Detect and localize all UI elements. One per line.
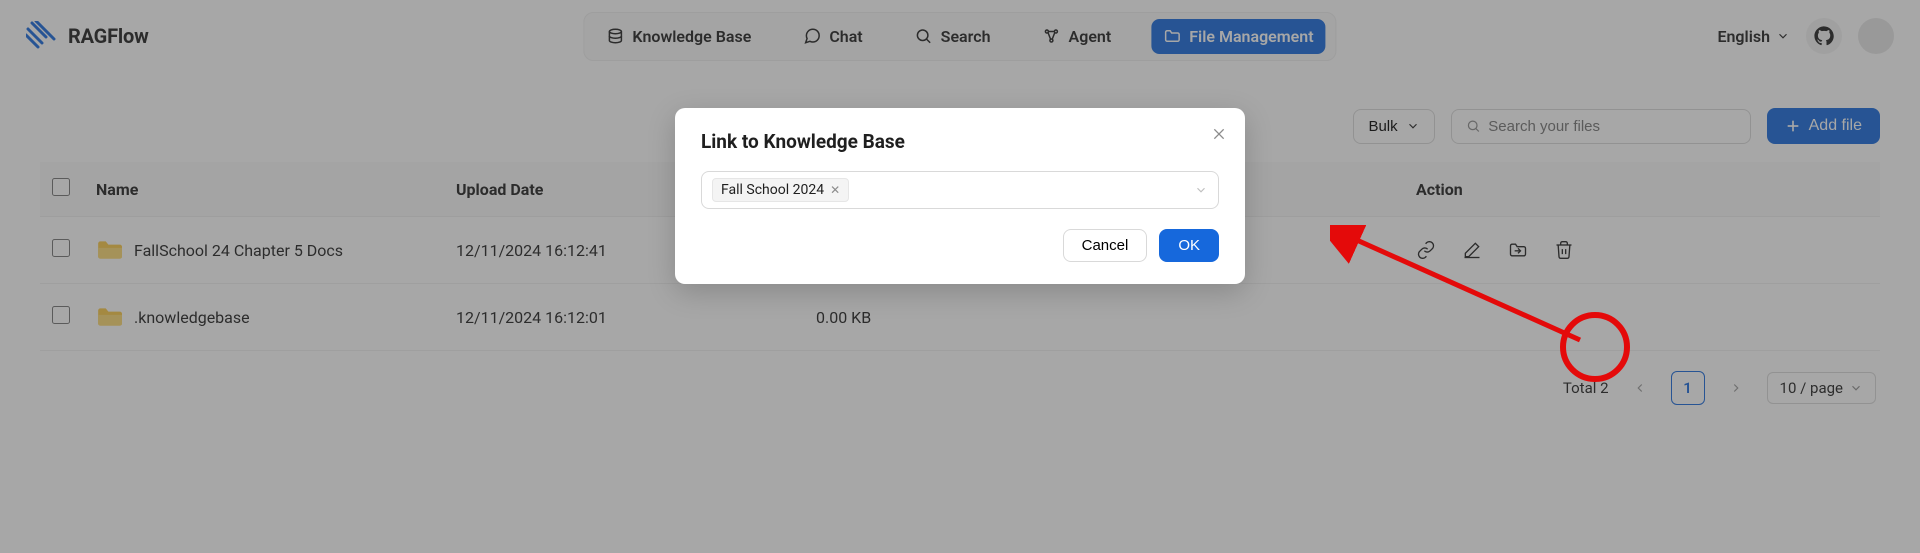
selected-kb-tag: Fall School 2024 ✕: [712, 178, 849, 202]
tag-remove-button[interactable]: ✕: [830, 183, 840, 197]
kb-select[interactable]: Fall School 2024 ✕: [701, 171, 1219, 209]
close-icon: [1211, 126, 1227, 142]
chevron-down-icon: [1194, 183, 1208, 197]
ok-button[interactable]: OK: [1159, 229, 1219, 262]
tag-label: Fall School 2024: [721, 182, 824, 198]
cancel-button[interactable]: Cancel: [1063, 229, 1148, 262]
link-kb-modal: Link to Knowledge Base Fall School 2024 …: [675, 108, 1245, 284]
modal-title: Link to Knowledge Base: [701, 130, 1219, 153]
modal-overlay[interactable]: Link to Knowledge Base Fall School 2024 …: [0, 0, 1920, 553]
modal-close-button[interactable]: [1211, 126, 1227, 146]
